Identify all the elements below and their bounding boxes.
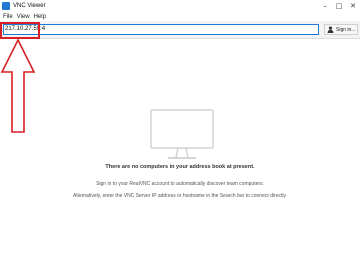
maximize-button[interactable]: □: [332, 0, 346, 12]
annotation-arrow-up: [0, 38, 36, 133]
sign-in-label: Sign in...: [336, 26, 356, 33]
menu-help[interactable]: Help: [34, 14, 46, 20]
menu-view[interactable]: View: [17, 14, 30, 20]
title-bar: VNC Viewer – □ ✕: [0, 0, 360, 12]
toolbar: 217.10.27.59:4 Sign in...: [0, 21, 360, 39]
monitor-icon: [150, 109, 214, 159]
empty-state-signin-hint: Sign in to your RealVNC account to autom…: [96, 181, 264, 187]
sign-in-button[interactable]: Sign in...: [324, 24, 358, 35]
person-icon: [327, 26, 334, 33]
minimize-button[interactable]: –: [318, 0, 332, 12]
window-title: VNC Viewer: [13, 3, 46, 9]
address-input[interactable]: 217.10.27.59:4: [3, 24, 319, 35]
vnc-app-icon: [2, 2, 10, 10]
menu-bar: File View Help: [0, 12, 360, 21]
empty-state-title: There are no computers in your address b…: [105, 164, 255, 170]
annotation-highlight-box: [0, 22, 40, 39]
menu-file[interactable]: File: [3, 14, 13, 20]
close-button[interactable]: ✕: [346, 0, 360, 12]
empty-state-search-hint: Alternatively, enter the VNC Server IP a…: [73, 193, 287, 199]
window-controls: – □ ✕: [318, 0, 360, 12]
